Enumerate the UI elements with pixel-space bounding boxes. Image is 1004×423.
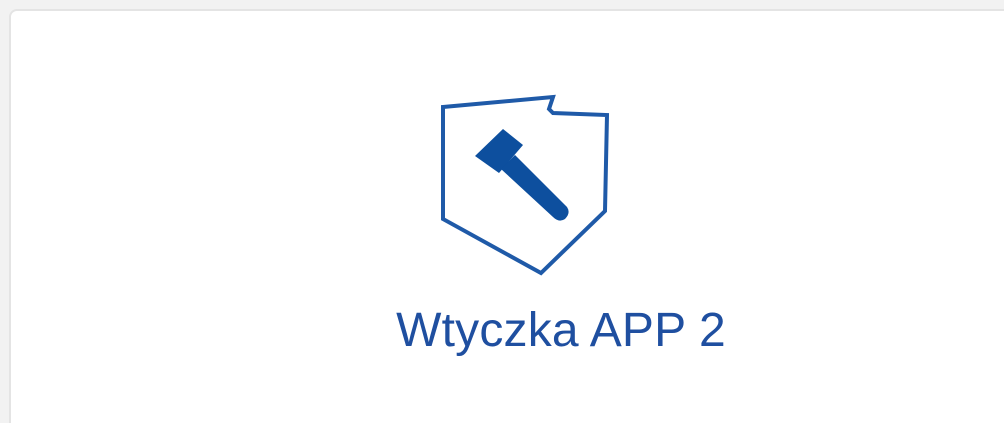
plugin-title[interactable]: Wtyczka APP 2 — [11, 303, 1004, 358]
hammer-shield-icon — [431, 83, 631, 283]
hammer-icon — [475, 129, 569, 221]
plugin-tile[interactable]: Wtyczka APP 2 — [9, 9, 1004, 423]
page: Wtyczka APP 2 — [0, 0, 1004, 423]
